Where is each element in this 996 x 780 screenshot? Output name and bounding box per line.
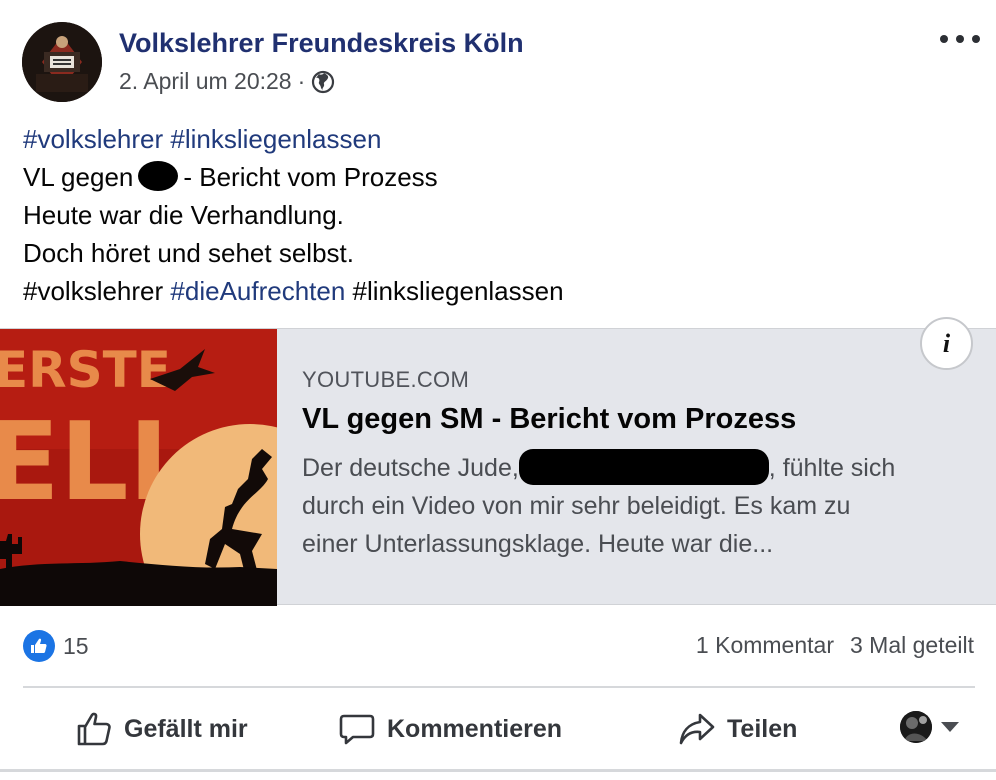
link-domain: YOUTUBE.COM <box>302 367 470 392</box>
post-header: Volkslehrer Freundeskreis Köln 2. April … <box>22 22 982 104</box>
action-bar: Gefällt mir Kommentieren Teilen <box>0 700 996 758</box>
post-line-5: #volkslehrer #dieAufrechten #linksliegen… <box>23 272 564 310</box>
post-meta: 2. April um 20:28 · <box>119 68 335 95</box>
desc-text: , fühlte sich <box>768 454 896 482</box>
reactions-summary[interactable]: 15 <box>23 628 89 664</box>
desc-text: Der deutsche Jude, <box>302 454 519 482</box>
like-reaction-icon[interactable] <box>23 630 55 662</box>
divider <box>23 686 975 688</box>
share-arrow-icon <box>679 713 715 745</box>
post-line-2: VL gegen - Bericht vom Prozess <box>23 158 564 196</box>
avatar-image <box>22 22 102 102</box>
desc-line-2: durch ein Video von mir sehr beleidigt. … <box>302 492 851 520</box>
redaction-mark <box>518 449 769 485</box>
post-text-span: #linksliegenlassen <box>345 276 564 306</box>
link-preview-card[interactable]: ERSTE ELL YOUTUBE.COM VL gegen SM - Beri… <box>0 328 996 606</box>
link-description: Der deutsche Jude, , fühlte sich durch ei… <box>302 449 972 563</box>
comment-bubble-icon <box>339 714 375 745</box>
post-text-span: #volkslehrer <box>23 276 164 306</box>
desc-line-3: einer Unterlassungsklage. Heute war die.… <box>302 530 774 558</box>
more-dot <box>956 35 964 43</box>
user-avatar <box>900 711 932 743</box>
bottom-divider <box>0 769 996 772</box>
thumbnail-image: ERSTE ELL <box>0 329 277 606</box>
post-text-span: - Bericht vom Prozess <box>183 162 438 192</box>
hashtag-link[interactable]: #linksliegenlassen <box>170 124 381 154</box>
video-thumbnail[interactable]: ERSTE ELL <box>0 329 277 606</box>
chevron-down-icon <box>941 722 959 732</box>
comment-button[interactable]: Kommentieren <box>338 700 562 758</box>
post-line-1: #volkslehrer #linksliegenlassen <box>23 120 564 158</box>
link-title[interactable]: VL gegen SM - Bericht vom Prozess <box>302 403 796 436</box>
more-dot <box>940 35 948 43</box>
more-options-button[interactable] <box>940 24 980 54</box>
like-button-label: Gefällt mir <box>124 714 248 743</box>
thumbnail-text-top: ERSTE <box>0 341 171 399</box>
info-button[interactable]: i <box>920 317 973 370</box>
engagement-stats: 1 Kommentar 3 Mal geteilt <box>696 632 974 659</box>
meta-separator: · <box>297 68 306 94</box>
more-dot <box>972 35 980 43</box>
desc-line-1: Der deutsche Jude, , fühlte sich <box>302 449 972 487</box>
post-as-selector[interactable] <box>900 711 959 743</box>
comment-button-label: Kommentieren <box>387 714 563 743</box>
redaction-mark <box>138 161 179 191</box>
page-name-link[interactable]: Volkslehrer Freundeskreis Köln <box>119 28 524 59</box>
post-text-span: VL gegen <box>23 162 134 192</box>
post-text: #volkslehrer #linksliegenlassen VL gegen… <box>23 120 564 310</box>
globe-icon[interactable] <box>311 70 335 94</box>
post-text-span: Heute war die Verhandlung. <box>23 200 344 230</box>
share-button[interactable]: Teilen <box>678 700 797 758</box>
post-timestamp[interactable]: 2. April um 20:28 <box>119 68 292 95</box>
hashtag-link[interactable]: #volkslehrer <box>23 124 163 154</box>
user-avatar-image <box>900 711 932 743</box>
post-text-span: Doch höret und sehet selbst. <box>23 238 354 268</box>
thumbs-up-icon <box>31 638 47 653</box>
share-count-link[interactable]: 3 Mal geteilt <box>850 632 974 659</box>
comment-count-link[interactable]: 1 Kommentar <box>696 632 834 659</box>
post-line-4: Doch höret und sehet selbst. <box>23 234 564 272</box>
like-button[interactable]: Gefällt mir <box>75 700 248 758</box>
thumbs-up-outline-icon <box>77 712 111 746</box>
share-button-label: Teilen <box>727 714 798 743</box>
post-line-3: Heute war die Verhandlung. <box>23 196 564 234</box>
page-avatar[interactable] <box>22 22 102 102</box>
hashtag-link[interactable]: #dieAufrechten <box>170 276 345 306</box>
like-count[interactable]: 15 <box>63 633 89 660</box>
